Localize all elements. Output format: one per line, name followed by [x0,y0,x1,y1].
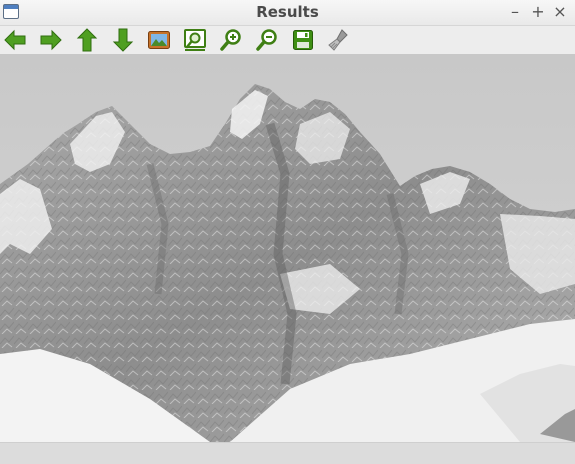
back-button[interactable] [2,27,28,53]
forward-button[interactable] [38,27,64,53]
status-bar [0,442,575,464]
arrow-right-icon [40,29,62,51]
zoom-in-button[interactable] [218,27,244,53]
maximize-button[interactable]: + [528,2,548,22]
image-button[interactable] [146,27,172,53]
clear-button[interactable] [326,27,352,53]
window-title: Results [256,3,319,21]
up-button[interactable] [74,27,100,53]
result-image [0,54,575,442]
results-window: Results – + × [0,0,575,464]
minimize-button[interactable]: – [505,2,525,22]
save-button[interactable] [290,27,316,53]
save-icon [293,30,313,50]
brush-icon [328,29,348,51]
arrow-down-icon [112,28,134,52]
close-button[interactable]: × [550,2,570,22]
zoom-out-button[interactable] [254,27,280,53]
zoom-fit-icon [184,29,206,51]
mountain-photo [0,54,575,442]
image-icon [148,31,170,49]
zoom-out-icon [256,29,277,51]
zoom-in-icon [220,29,241,51]
arrow-up-icon [76,28,98,52]
zoom-fit-button[interactable] [182,27,208,53]
down-button[interactable] [110,27,136,53]
toolbar [0,26,575,54]
arrow-left-icon [4,29,26,51]
title-bar[interactable]: Results – + × [0,0,575,26]
